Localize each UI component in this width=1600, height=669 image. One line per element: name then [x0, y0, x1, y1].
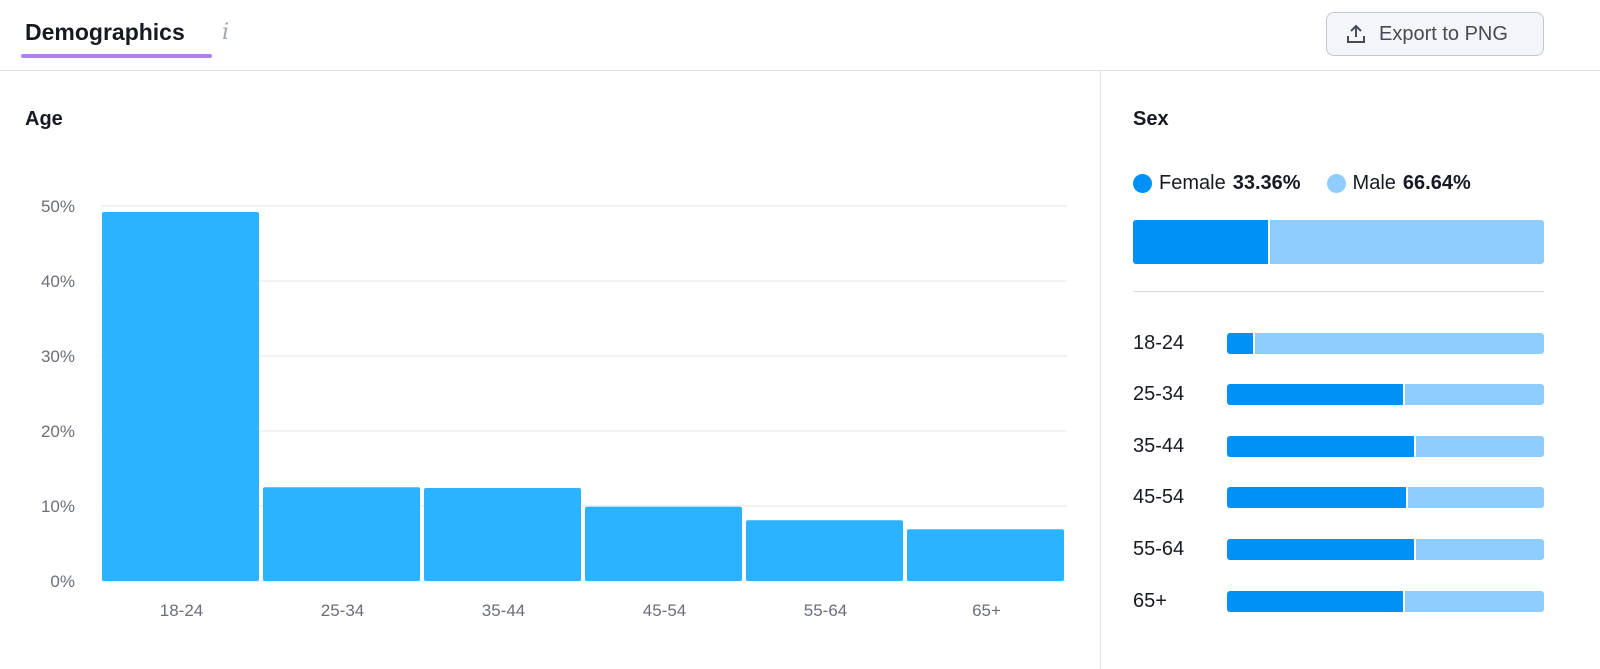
age-group-label: 45-54	[1133, 486, 1185, 509]
x-tick-label: 18-24	[160, 601, 203, 620]
sex-title: Sex	[1133, 108, 1169, 130]
female-segment	[1227, 590, 1405, 612]
male-label: Male	[1352, 172, 1396, 194]
export-png-button[interactable]: Export to PNG	[1326, 12, 1544, 56]
active-tab-underline	[21, 54, 212, 58]
age-title: Age	[25, 108, 63, 130]
y-tick-label: 40%	[41, 272, 75, 291]
divider	[1133, 291, 1544, 292]
female-value: 33.36%	[1232, 172, 1301, 194]
male-dot-icon	[1326, 174, 1346, 193]
sex-row-35-44: 35-44	[1133, 434, 1544, 458]
divider	[0, 70, 1600, 71]
page-title[interactable]: Demographics	[25, 19, 185, 46]
female-segment	[1227, 384, 1405, 406]
male-segment	[1404, 384, 1544, 406]
bar-45-54[interactable]	[585, 506, 742, 581]
info-icon[interactable]: i	[222, 20, 229, 45]
sex-split-bar[interactable]	[1227, 332, 1544, 354]
y-tick-label: 30%	[41, 347, 75, 366]
sex-split-bar[interactable]	[1227, 487, 1544, 509]
male-segment	[1254, 332, 1544, 354]
sex-row-55-64: 55-64	[1133, 537, 1544, 561]
age-bar-chart: 0% 10% 20% 30% 40% 50% 18-24 25-34 35-44 45-54 55-…	[41, 197, 1067, 620]
x-tick-label: 65+	[972, 601, 1001, 620]
bar-18-24[interactable]	[102, 212, 259, 581]
sex-row-65+: 65+	[1133, 589, 1544, 613]
male-value: 66.64%	[1402, 172, 1471, 194]
age-group-label: 25-34	[1133, 383, 1185, 406]
y-tick-label: 10%	[41, 497, 75, 516]
age-group-label: 55-64	[1133, 537, 1185, 560]
male-segment	[1415, 435, 1544, 457]
upload-icon	[1347, 24, 1365, 43]
age-group-label: 65+	[1133, 589, 1167, 612]
sex-split-bar[interactable]	[1227, 538, 1544, 560]
male-segment	[1407, 487, 1544, 509]
export-label: Export to PNG	[1379, 22, 1508, 45]
y-tick-label: 20%	[41, 422, 75, 441]
sex-row-25-34: 25-34	[1133, 383, 1544, 407]
female-label: Female	[1159, 172, 1226, 194]
sex-row-18-24: 18-24	[1133, 331, 1544, 355]
x-tick-label: 35-44	[482, 601, 525, 620]
bar-35-44[interactable]	[424, 488, 581, 581]
female-segment	[1227, 435, 1416, 457]
sex-row-45-54: 45-54	[1133, 486, 1544, 510]
female-segment	[1133, 220, 1271, 264]
male-segment	[1404, 590, 1544, 612]
female-segment	[1227, 487, 1408, 509]
female-segment	[1227, 538, 1416, 560]
sex-total-bar	[1133, 220, 1544, 264]
y-tick-label: 0%	[50, 572, 75, 591]
legend-male: Male 66.64%	[1326, 172, 1471, 195]
sex-split-bar[interactable]	[1227, 590, 1544, 612]
x-tick-label: 55-64	[804, 601, 847, 620]
bar-55-64[interactable]	[746, 520, 903, 581]
legend-female: Female 33.36%	[1133, 172, 1301, 195]
sex-split-bar[interactable]	[1227, 435, 1544, 457]
x-tick-label: 45-54	[643, 601, 686, 620]
divider	[1100, 71, 1101, 669]
male-segment	[1415, 538, 1544, 560]
age-group-label: 35-44	[1133, 434, 1185, 457]
age-group-label: 18-24	[1133, 331, 1185, 354]
bar-25-34[interactable]	[263, 487, 420, 581]
bar-65+[interactable]	[907, 529, 1064, 581]
x-tick-label: 25-34	[321, 601, 364, 620]
female-segment	[1227, 332, 1255, 354]
sex-split-bar[interactable]	[1227, 384, 1544, 406]
sex-legend: Female 33.36% Male 66.64%	[1133, 172, 1471, 195]
female-dot-icon	[1133, 174, 1152, 193]
y-tick-label: 50%	[41, 197, 75, 216]
male-segment	[1270, 220, 1544, 264]
